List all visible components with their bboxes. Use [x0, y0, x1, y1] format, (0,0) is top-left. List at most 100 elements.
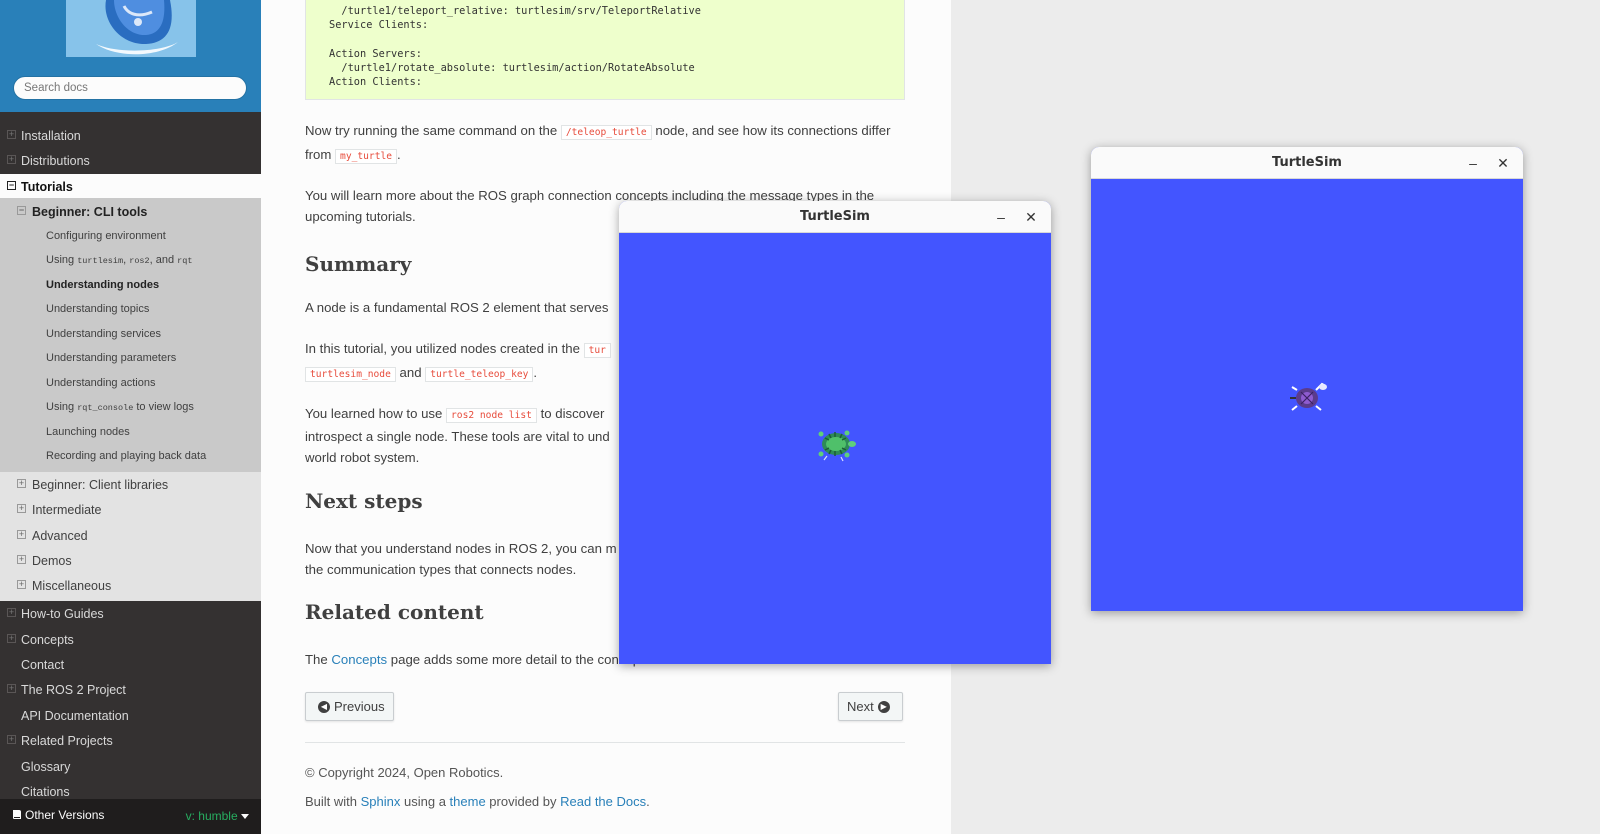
expand-icon[interactable]: + [17, 479, 26, 488]
label-text: Using [46, 401, 78, 413]
expand-icon[interactable]: + [7, 684, 16, 693]
expand-icon[interactable]: + [17, 530, 26, 539]
expand-icon[interactable]: + [7, 634, 16, 643]
sphinx-link[interactable]: Sphinx [361, 794, 401, 809]
expand-icon[interactable]: + [7, 735, 16, 744]
heading-related-content: Related content [305, 600, 484, 624]
sidebar-item-demos[interactable]: + Demos [0, 548, 261, 573]
expand-icon[interactable]: + [7, 608, 16, 617]
window-titlebar[interactable]: TurtleSim – ✕ [1091, 147, 1523, 179]
sidebar-item-understanding-actions[interactable]: Understanding actions [0, 371, 261, 395]
paragraph-teleop: Now try running the same command on the … [305, 120, 905, 168]
sidebar-item-label: Distributions [21, 153, 90, 168]
sidebar-item-glossary[interactable]: Glossary [0, 754, 261, 779]
sidebar-item-miscellaneous[interactable]: + Miscellaneous [0, 573, 261, 598]
sidebar-item-label: Beginner: Client libraries [32, 477, 169, 492]
sidebar-header [0, 0, 261, 112]
sidebar-item-label: Understanding services [46, 328, 161, 340]
sidebar-item-label: Intermediate [32, 502, 102, 517]
sidebar-item-label: Miscellaneous [32, 578, 112, 593]
expand-icon[interactable]: + [17, 504, 26, 513]
code-turtlesim-node: turtlesim_node [305, 367, 396, 382]
sidebar-item-using-rqt-console[interactable]: Using rqt_console to view logs [0, 395, 261, 419]
close-button[interactable]: ✕ [1493, 153, 1513, 173]
heading-next-steps: Next steps [305, 489, 423, 513]
search-input[interactable] [13, 76, 247, 100]
sidebar-item-distributions[interactable]: + Distributions [0, 148, 261, 173]
sidebar-item-related-projects[interactable]: + Related Projects [0, 728, 261, 753]
next-label: Next [847, 699, 874, 714]
sidebar-item-label: Related Projects [21, 733, 113, 748]
sidebar-item-label: Tutorials [21, 179, 73, 194]
turtlesim-window[interactable]: TurtleSim – ✕ [1091, 147, 1523, 611]
turtle-purple-icon [1290, 382, 1327, 411]
minimize-button[interactable]: – [1463, 153, 1483, 173]
label-text: , and [149, 254, 178, 266]
sidebar-item-installation[interactable]: + Installation [0, 123, 261, 148]
sidebar-item-intermediate[interactable]: + Intermediate [0, 497, 261, 522]
sidebar-item-beginner-cli-tools[interactable]: − Beginner: CLI tools [0, 199, 261, 224]
sidebar-item-concepts[interactable]: + Concepts [0, 627, 261, 652]
expand-icon[interactable]: + [17, 555, 26, 564]
expand-icon[interactable]: + [7, 155, 16, 164]
read-the-docs-link[interactable]: Read the Docs [560, 794, 646, 809]
text: Built with [305, 794, 361, 809]
close-button[interactable]: ✕ [1021, 207, 1041, 227]
collapse-icon[interactable]: − [7, 181, 16, 190]
ros-logo[interactable] [66, 0, 196, 57]
code-turtlesim: turtlesim [77, 256, 124, 266]
code-ros2: ros2 [129, 256, 150, 266]
sidebar-item-understanding-nodes[interactable]: Understanding nodes [0, 273, 261, 297]
theme-link[interactable]: theme [450, 794, 486, 809]
text: The [305, 652, 332, 667]
arrow-right-circle-icon: ▶ [877, 700, 890, 713]
sidebar-item-label: How-to Guides [21, 606, 104, 621]
sidebar-item-understanding-topics[interactable]: Understanding topics [0, 297, 261, 321]
sidebar-item-label: Beginner: CLI tools [32, 204, 148, 219]
sidebar-item-how-to-guides[interactable]: + How-to Guides [0, 601, 261, 626]
other-versions[interactable]: Other Versions [12, 808, 104, 822]
code-teleop-turtle: /teleop_turtle [560, 125, 652, 140]
sidebar-item-ros2-project[interactable]: + The ROS 2 Project [0, 677, 261, 702]
copyright: © Copyright 2024, Open Robotics. [305, 765, 504, 780]
text: the communication types that connects no… [305, 562, 577, 577]
text: provided by [485, 794, 561, 809]
previous-button[interactable]: ◀ Previous [305, 692, 394, 721]
expand-icon[interactable]: + [17, 580, 26, 589]
current-version[interactable]: v: humble [186, 809, 249, 823]
version-selector[interactable]: Other Versions v: humble [0, 799, 261, 834]
built-with: Built with Sphinx using a theme provided… [305, 794, 650, 809]
sidebar-item-advanced[interactable]: + Advanced [0, 523, 261, 548]
sidebar-item-label: Concepts [21, 632, 74, 647]
turtlesim-window[interactable]: TurtleSim – ✕ [619, 201, 1051, 664]
sidebar-item-tutorials[interactable]: − Tutorials [0, 174, 261, 199]
sidebar-item-using-turtlesim[interactable]: Using turtlesim, ros2, and rqt [0, 248, 261, 272]
window-titlebar[interactable]: TurtleSim – ✕ [619, 201, 1051, 233]
concepts-link[interactable]: Concepts [331, 652, 387, 667]
sidebar-item-recording[interactable]: Recording and playing back data [0, 444, 261, 468]
expand-icon[interactable]: + [7, 130, 16, 139]
label-text: Using [46, 254, 78, 266]
sidebar-item-client-libraries[interactable]: + Beginner: Client libraries [0, 472, 261, 497]
sidebar-item-launching-nodes[interactable]: Launching nodes [0, 420, 261, 444]
sidebar-item-api-documentation[interactable]: API Documentation [0, 703, 261, 728]
code-rqt: rqt [177, 256, 193, 266]
sidebar-item-configuring-environment[interactable]: Configuring environment [0, 224, 261, 248]
next-button[interactable]: Next ▶ [838, 692, 903, 721]
cli-tools-submenu: − Beginner: CLI tools Configuring enviro… [0, 198, 261, 472]
collapse-icon[interactable]: − [17, 206, 26, 215]
sidebar-item-label: Advanced [32, 528, 88, 543]
sidebar-item-understanding-parameters[interactable]: Understanding parameters [0, 346, 261, 370]
sidebar-item-contact[interactable]: Contact [0, 652, 261, 677]
code-turtlesim-fragment: tur [583, 343, 611, 358]
caret-down-icon [241, 814, 249, 819]
text: and [395, 365, 426, 380]
sidebar-item-label: Understanding nodes [46, 279, 160, 291]
minimize-button[interactable]: – [991, 207, 1011, 227]
sidebar-item-label: The ROS 2 Project [21, 682, 126, 697]
sidebar-item-understanding-services[interactable]: Understanding services [0, 322, 261, 346]
sidebar-item-label: Using turtlesim, ros2, and rqt [46, 254, 192, 266]
text: Now try running the same command on the [305, 123, 561, 138]
text: to discover [536, 406, 605, 421]
sidebar-item-label: API Documentation [21, 708, 129, 723]
